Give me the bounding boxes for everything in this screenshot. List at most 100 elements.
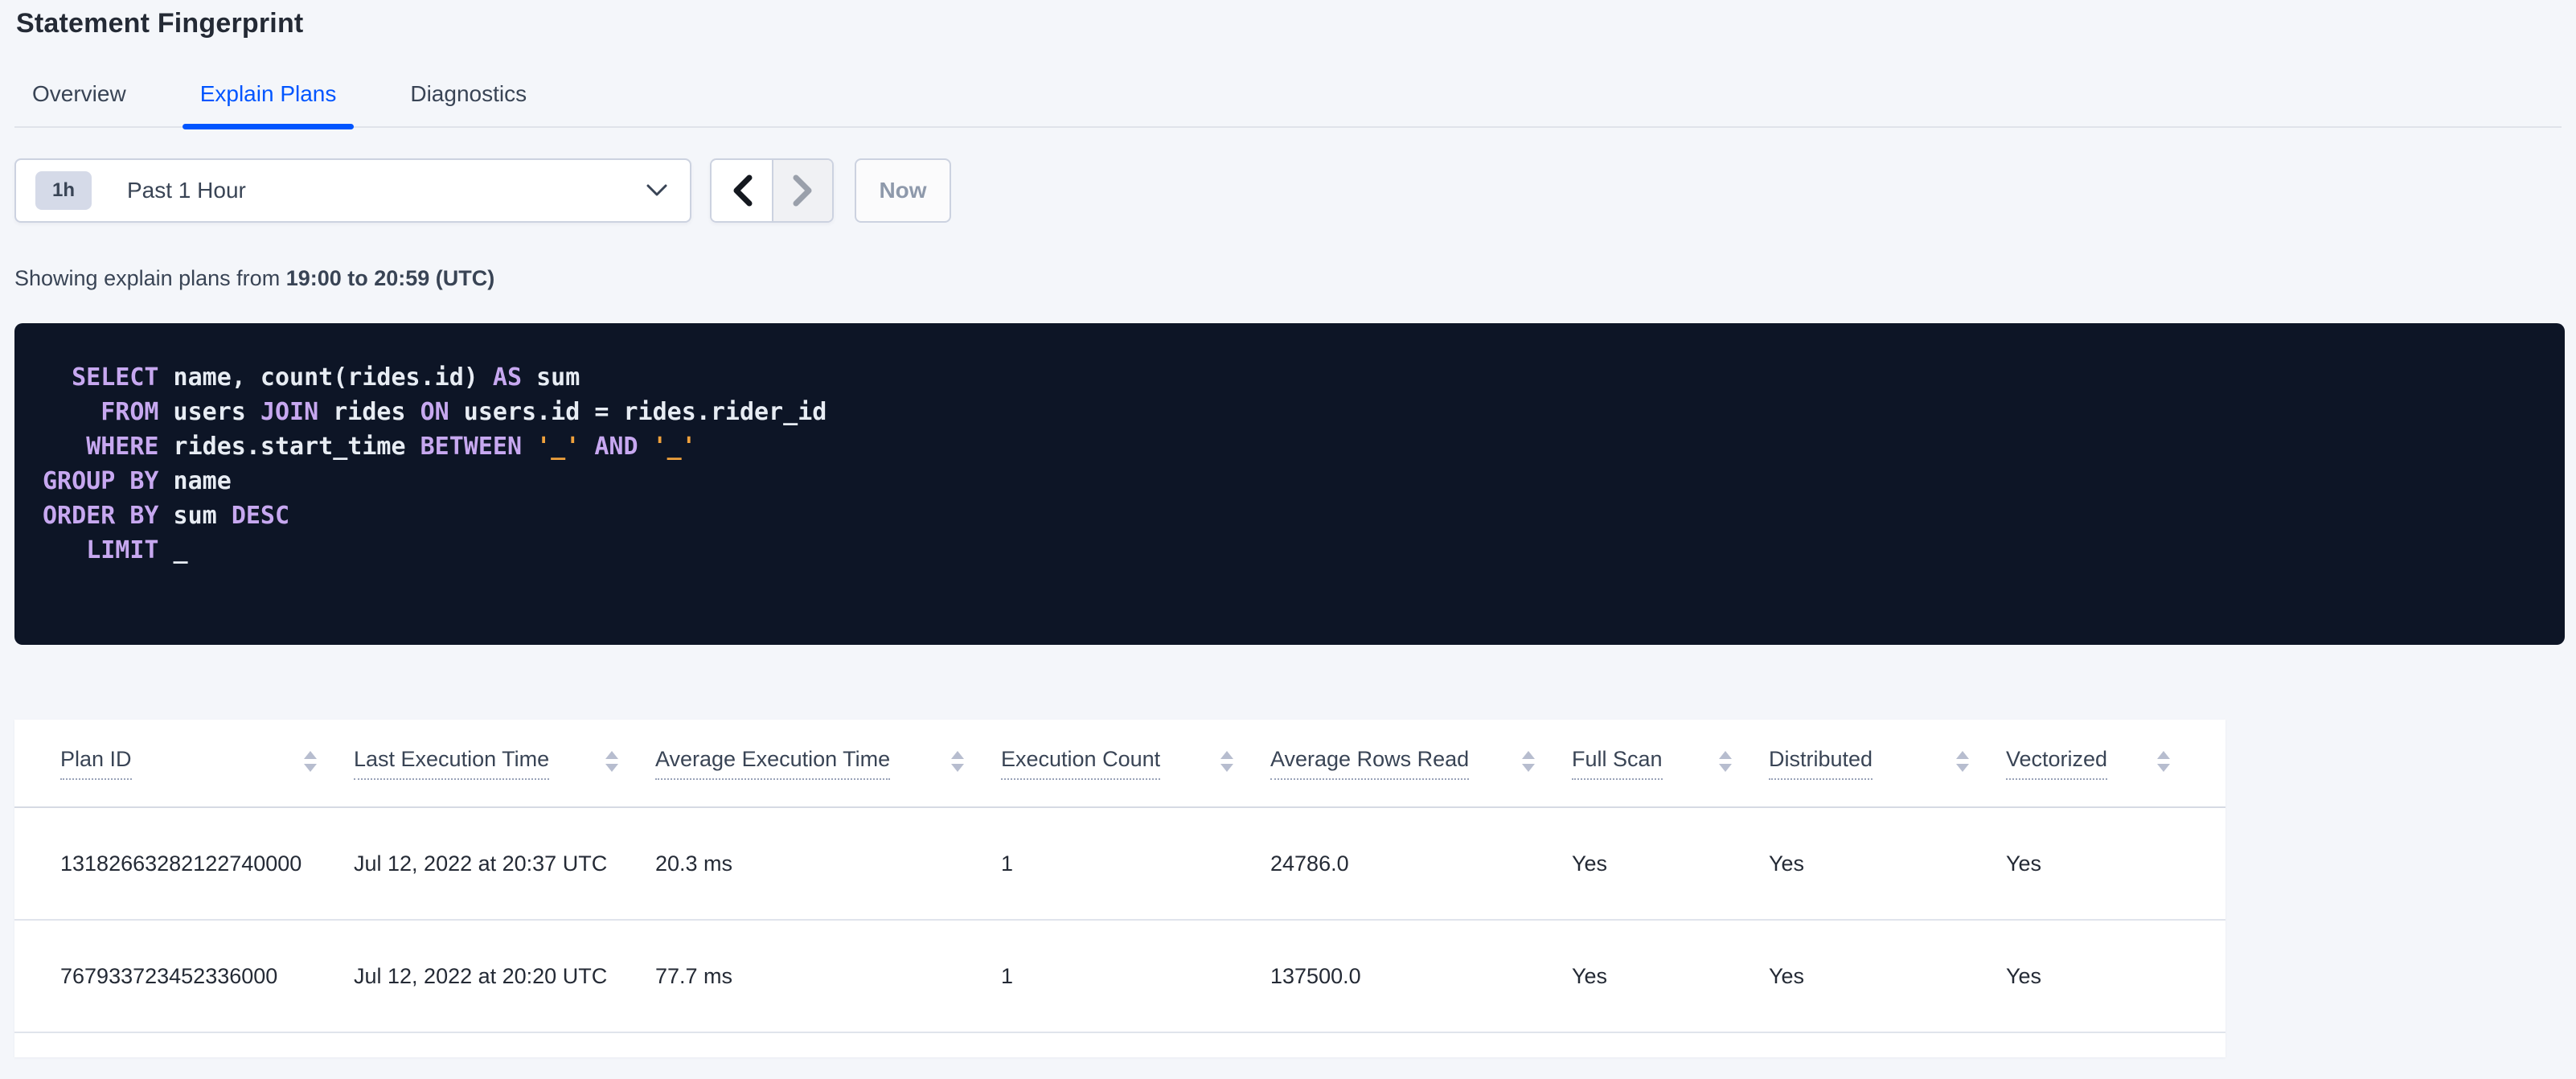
chevron-down-icon [646,184,667,196]
sql-statement-box: SELECT name, count(rides.id) AS sum FROM… [14,323,2565,645]
sort-up-icon [1220,750,1233,759]
sort-arrows-icon[interactable] [1719,750,1732,772]
sql-line: ORDER BY sum DESC [43,498,2565,533]
sort-down-icon [2157,763,2170,772]
column-label: Full Scan [1572,747,1663,780]
sort-down-icon [304,763,317,772]
sort-up-icon [1522,750,1535,759]
tabbar: Overview Explain Plans Diagnostics [14,76,2562,129]
time-range-label: Past 1 Hour [127,178,246,203]
sort-arrows-icon[interactable] [2157,750,2170,772]
cell-distributed: Yes [1769,851,1805,876]
sql-keyword: ON [420,398,449,426]
time-range-dropdown[interactable]: 1h Past 1 Hour [14,158,691,223]
sql-keyword: AS [492,363,523,392]
sort-arrows-icon[interactable] [605,750,618,772]
chevron-left-icon [733,174,752,207]
cell-full_scan: Yes [1572,963,1608,988]
time-step-button-group [710,158,834,223]
column-header-execution_count[interactable]: Execution Count [1001,747,1270,780]
sort-down-icon [1522,763,1535,772]
cell-plan_id: 13182663282122740000 [60,851,302,876]
sort-down-icon [1956,763,1969,772]
sql-keyword: FROM [100,398,159,426]
column-label: Average Rows Read [1270,747,1470,780]
previous-time-button[interactable] [712,160,772,221]
sql-line: LIMIT _ [43,533,2565,568]
sql-text: name [158,467,232,495]
column-header-full_scan[interactable]: Full Scan [1572,747,1769,780]
cell-vectorized: Yes [2006,963,2042,988]
sort-up-icon [605,750,618,759]
sort-up-icon [304,750,317,759]
time-controls: 1h Past 1 Hour Now [14,158,2562,223]
sql-text: users.id = rides.rider_id [449,398,827,426]
sql-keyword: JOIN [260,398,319,426]
column-header-last_execution_time[interactable]: Last Execution Time [354,747,655,780]
sort-arrows-icon[interactable] [304,750,317,772]
sql-text: sum [522,363,580,392]
column-label: Distributed [1769,747,1873,780]
sql-keyword: WHERE [86,433,159,461]
sql-keyword: BETWEEN [420,433,523,461]
table-body: 13182663282122740000 Jul 12, 2022 at 20:3… [14,808,2225,1033]
cell-plan_id: 767933723452336000 [60,963,278,988]
column-label: Last Execution Time [354,747,550,780]
column-label: Vectorized [2006,747,2108,780]
sql-literal: '_' [536,433,580,461]
next-time-button[interactable] [772,160,832,221]
sql-keyword: LIMIT [86,536,159,564]
column-label: Plan ID [60,747,132,780]
cell-last_execution_time: Jul 12, 2022 at 20:37 UTC [354,851,608,876]
sql-text: rides.start_time [158,433,420,461]
sql-line: FROM users JOIN rides ON users.id = ride… [43,395,2565,429]
table-row: 767933723452336000 Jul 12, 2022 at 20:20 … [14,921,2225,1033]
sort-arrows-icon[interactable] [1220,750,1233,772]
column-header-distributed[interactable]: Distributed [1769,747,2006,780]
explain-plans-table: Plan ID Last Execution Time Average Execut… [14,720,2225,1057]
sort-down-icon [1220,763,1233,772]
sql-keyword: AND [594,433,638,461]
tab-explain-plans[interactable]: Explain Plans [182,81,355,129]
cell-full_scan: Yes [1572,851,1608,876]
tab-diagnostics[interactable]: Diagnostics [392,81,544,126]
sql-text: sum [158,502,232,530]
sort-down-icon [605,763,618,772]
sql-text: rides [318,398,420,426]
column-header-vectorized[interactable]: Vectorized [2006,747,2207,780]
cell-execution_count: 1 [1001,851,1014,876]
sort-up-icon [951,750,964,759]
sql-literal: '_' [652,433,696,461]
sql-line: WHERE rides.start_time BETWEEN '_' AND '… [43,429,2565,464]
column-header-average_rows_read[interactable]: Average Rows Read [1270,747,1572,780]
page-title: Statement Fingerprint [16,8,304,39]
sql-keyword: DESC [231,502,290,530]
sql-line: SELECT name, count(rides.id) AS sum [43,360,2565,395]
cell-average_execution_time: 20.3 ms [655,851,733,876]
column-header-plan_id[interactable]: Plan ID [60,747,354,780]
tab-overview[interactable]: Overview [14,81,144,126]
chevron-right-icon [793,174,811,207]
time-range-badge: 1h [35,171,92,210]
sort-arrows-icon[interactable] [951,750,964,772]
cell-average_rows_read: 137500.0 [1270,963,1361,988]
cell-vectorized: Yes [2006,851,2042,876]
caption-time-range: 19:00 to 20:59 (UTC) [285,266,495,290]
cell-average_rows_read: 24786.0 [1270,851,1349,876]
column-label: Average Execution Time [655,747,891,780]
sort-arrows-icon[interactable] [1522,750,1535,772]
sort-arrows-icon[interactable] [1956,750,1969,772]
column-header-average_execution_time[interactable]: Average Execution Time [655,747,1001,780]
statement-fingerprint-page: Statement Fingerprint Overview Explain P… [0,0,2576,1079]
now-button[interactable]: Now [855,158,951,223]
sql-text: name, count(rides.id) [158,363,493,392]
sql-text: users [158,398,260,426]
column-label: Execution Count [1001,747,1161,780]
sort-down-icon [951,763,964,772]
sql-keyword: ORDER BY [43,502,159,530]
